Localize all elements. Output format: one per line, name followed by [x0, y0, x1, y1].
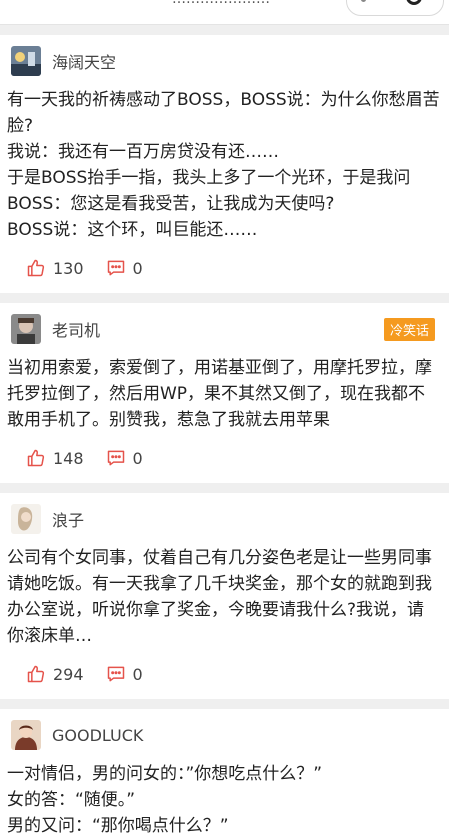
- author-name[interactable]: 海阔天空: [52, 49, 116, 73]
- like-button[interactable]: 148: [26, 448, 84, 468]
- comment-icon: [107, 450, 124, 466]
- like-button[interactable]: 294: [26, 664, 84, 684]
- like-count: 148: [53, 448, 84, 468]
- capsule-menu[interactable]: [346, 0, 444, 16]
- post-content: 当初用索爱，索爱倒了，用诺基亚倒了，用摩托罗拉，摩托罗拉倒了，然后用WP，果不其…: [0, 355, 449, 433]
- post-content: 一对情侣，男的问女的：”你想吃点什么？” 女的答：“随便。” 男的又问：“那你喝…: [0, 761, 449, 839]
- post-actions: 294 0: [0, 649, 449, 699]
- post-line: 女的答：“随便。”: [7, 790, 136, 810]
- post-line: 男的又问：“那你喝点什么？”: [7, 816, 229, 836]
- thumbs-up-icon: [27, 449, 45, 467]
- post-line: 我说：我还有一百万房贷没有还……: [7, 142, 279, 162]
- post-header: 浪子: [0, 493, 449, 545]
- post-card: 老司机 冷笑话 当初用索爱，索爱倒了，用诺基亚倒了，用摩托罗拉，摩托罗拉倒了，然…: [0, 303, 449, 483]
- post-line: 有一天我的祈祷感动了BOSS，BOSS说：为什么你愁眉苦脸?: [7, 90, 440, 136]
- avatar[interactable]: [11, 720, 41, 750]
- post-content: 有一天我的祈祷感动了BOSS，BOSS说：为什么你愁眉苦脸? 我说：我还有一百万…: [0, 87, 449, 243]
- page-title: …………………: [172, 0, 270, 7]
- comment-count: 0: [132, 664, 143, 684]
- comment-button[interactable]: 0: [106, 258, 143, 278]
- post-header: 海阔天空: [0, 35, 449, 87]
- post-header: 老司机 冷笑话: [0, 303, 449, 355]
- more-icon[interactable]: [361, 0, 366, 2]
- like-button[interactable]: 130: [26, 258, 84, 278]
- avatar[interactable]: [11, 46, 41, 76]
- category-tag[interactable]: 冷笑话: [383, 318, 435, 341]
- author-name[interactable]: 浪子: [52, 507, 84, 531]
- post-card: GOODLUCK 一对情侣，男的问女的：”你想吃点什么？” 女的答：“随便。” …: [0, 709, 449, 839]
- thumbs-up-icon: [27, 259, 45, 277]
- post-line: BOSS说：这个环，叫巨能还……: [7, 220, 258, 240]
- comment-count: 0: [132, 258, 143, 278]
- post-actions: 148 0: [0, 433, 449, 483]
- author-name[interactable]: 老司机: [52, 317, 100, 341]
- post-card: 海阔天空 有一天我的祈祷感动了BOSS，BOSS说：为什么你愁眉苦脸? 我说：我…: [0, 35, 449, 293]
- post-line: 当初用索爱，索爱倒了，用诺基亚倒了，用摩托罗拉，摩托罗拉倒了，然后用WP，果不其…: [7, 358, 432, 430]
- author-name[interactable]: GOODLUCK: [52, 726, 143, 745]
- avatar[interactable]: [11, 504, 41, 534]
- post-content: 公司有个女同事，仗着自己有几分姿色老是让一些男同事请她吃饭。有一天我拿了几千块奖…: [0, 545, 449, 649]
- comment-icon: [107, 666, 124, 682]
- avatar[interactable]: [11, 314, 41, 344]
- post-line: 一对情侣，男的问女的：”你想吃点什么？”: [7, 764, 323, 784]
- comment-icon: [107, 260, 124, 276]
- post-line: 公司有个女同事，仗着自己有几分姿色老是让一些男同事请她吃饭。有一天我拿了几千块奖…: [7, 548, 432, 646]
- comment-button[interactable]: 0: [106, 448, 143, 468]
- post-card: 浪子 公司有个女同事，仗着自己有几分姿色老是让一些男同事请她吃饭。有一天我拿了几…: [0, 493, 449, 699]
- like-count: 294: [53, 664, 84, 684]
- post-actions: 130 0: [0, 243, 449, 293]
- post-header: GOODLUCK: [0, 709, 449, 761]
- top-bar: …………………: [0, 0, 449, 25]
- post-line: 于是BOSS抬手一指，我头上多了一个光环，于是我问BOSS：您这是看我受苦，让我…: [7, 168, 411, 214]
- close-icon[interactable]: [406, 0, 422, 5]
- comment-button[interactable]: 0: [106, 664, 143, 684]
- thumbs-up-icon: [27, 665, 45, 683]
- like-count: 130: [53, 258, 84, 278]
- comment-count: 0: [132, 448, 143, 468]
